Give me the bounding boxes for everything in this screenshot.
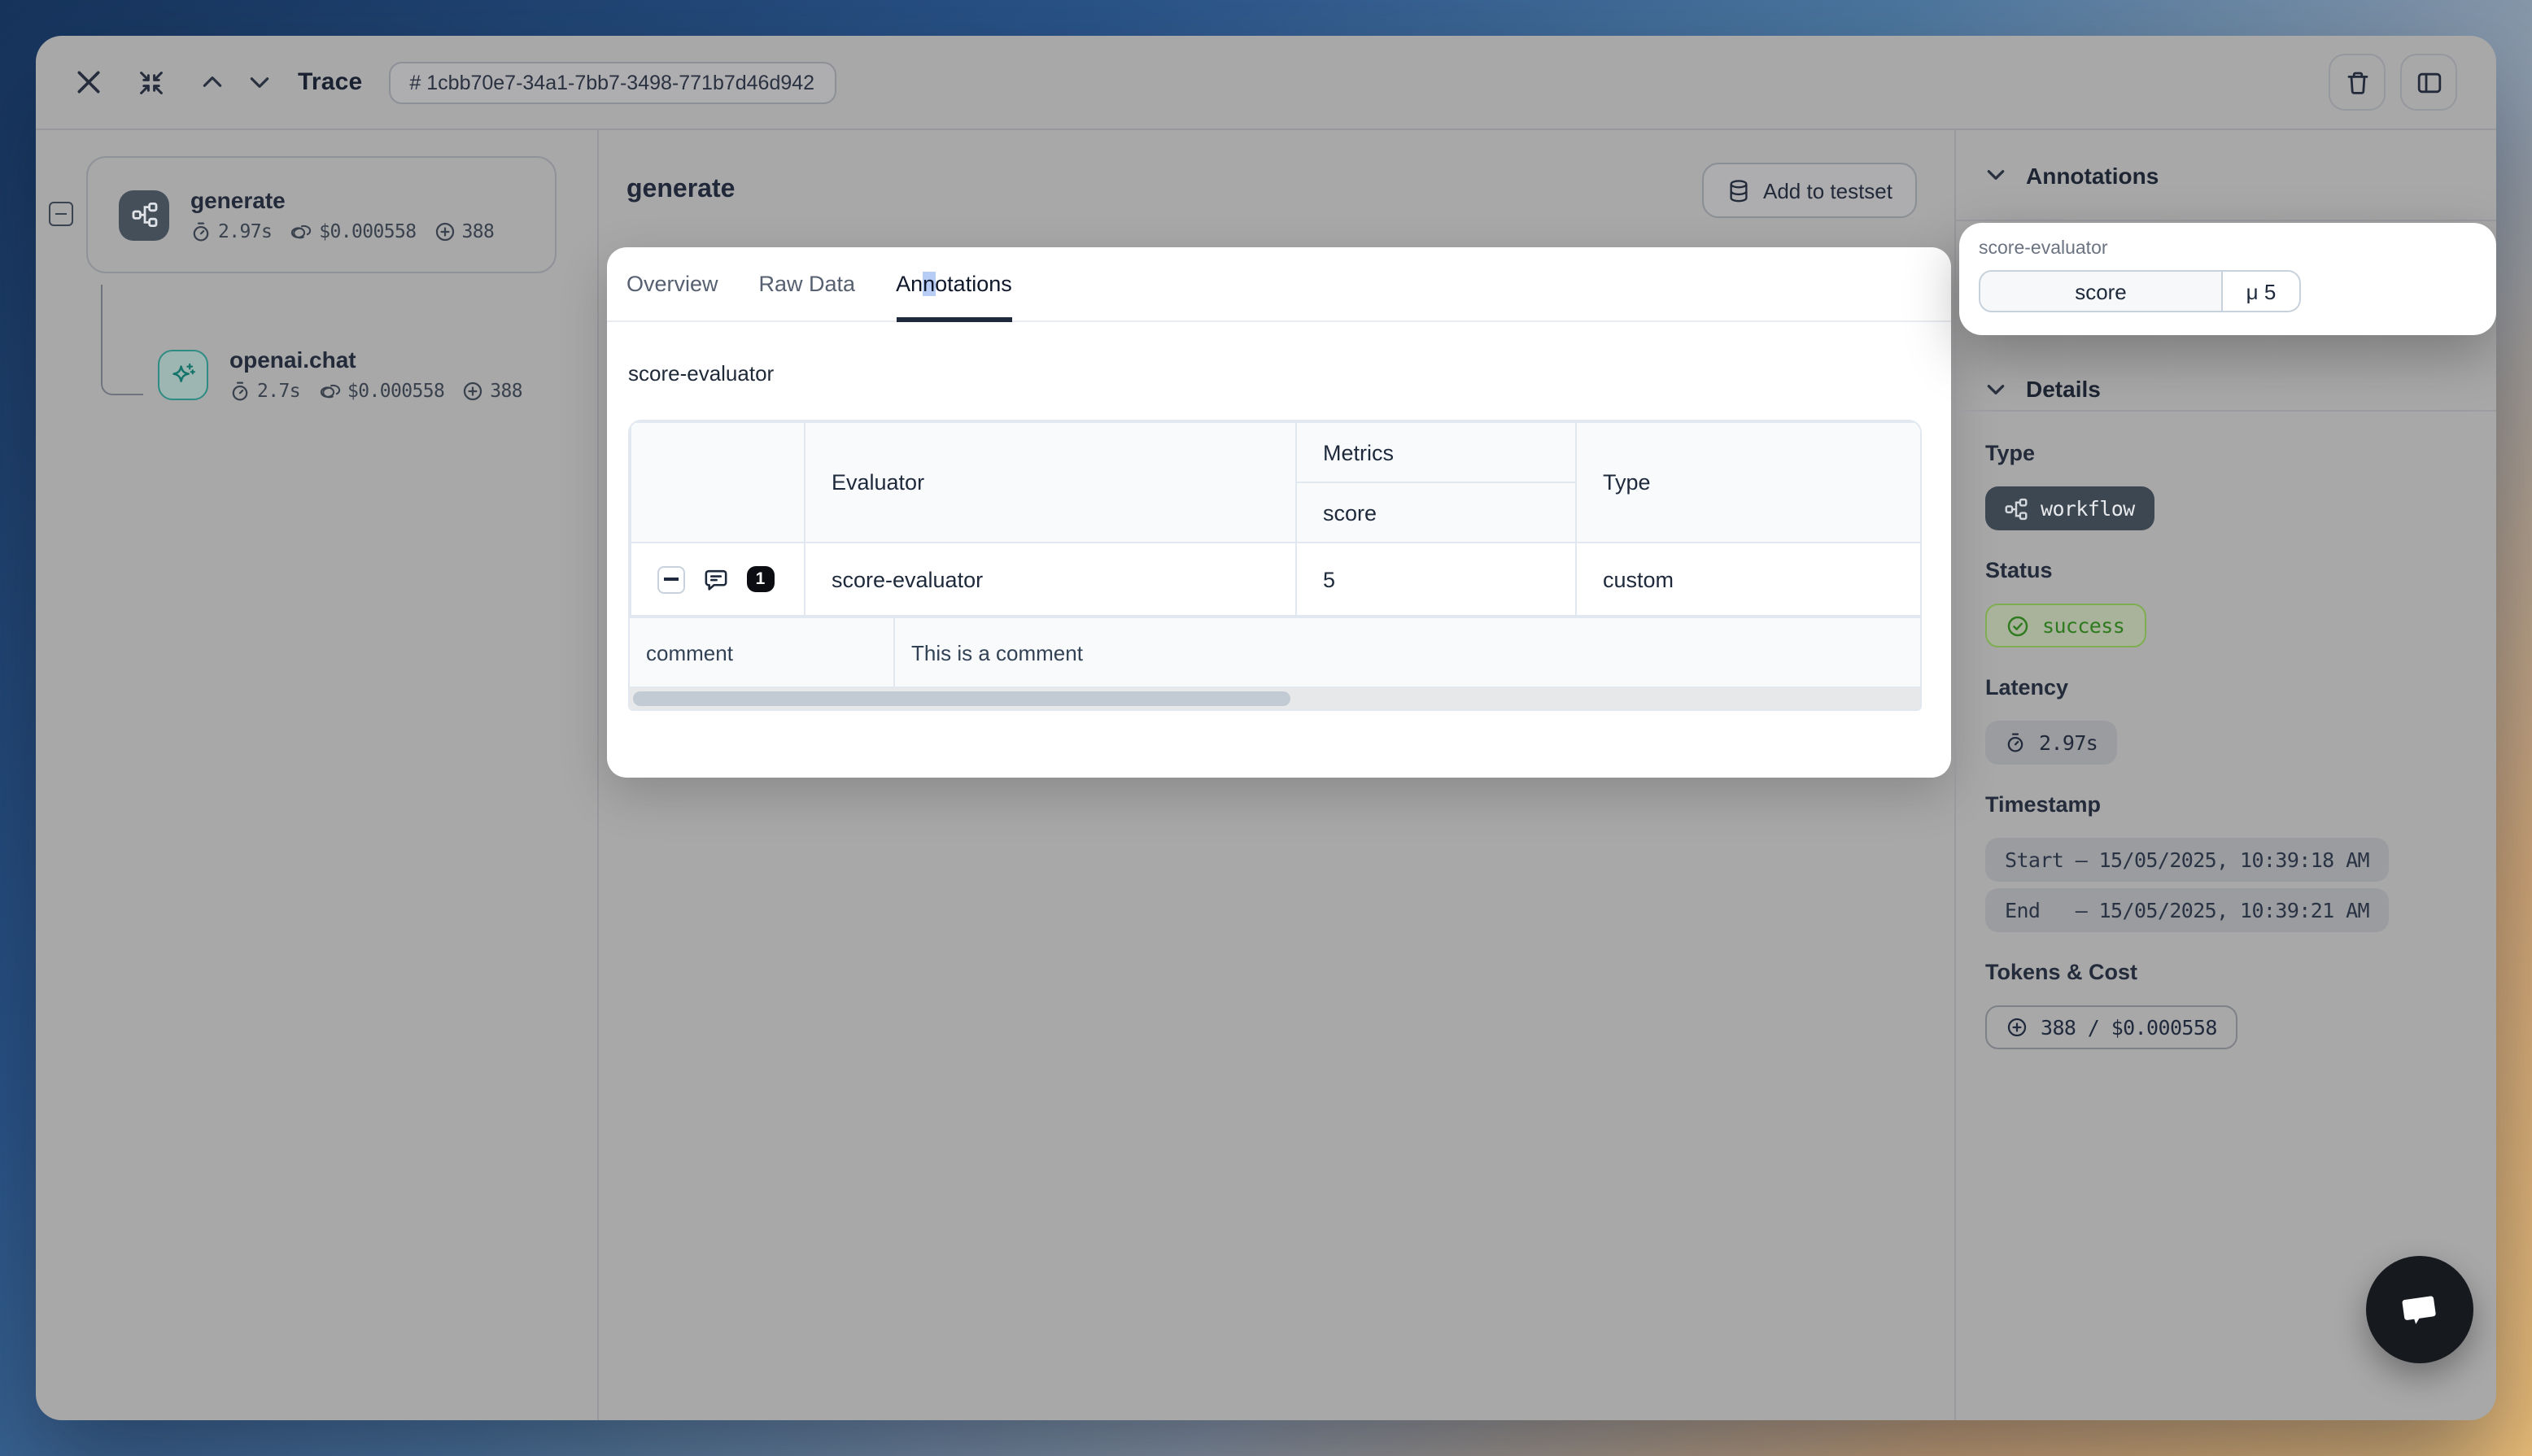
chat-bubble-icon [2394,1284,2446,1336]
annotations-section-title: Annotations [2026,162,2159,188]
plus-circle-icon [462,380,483,401]
minimize-button[interactable] [138,69,164,95]
add-to-testset-label: Add to testset [1763,178,1892,203]
panel-layout-icon [2416,69,2442,95]
latency-label: Latency [1985,675,2467,700]
tab-bar: Overview Raw Data Annotations [607,247,1951,322]
text-selection-highlight: n [923,272,935,296]
row-checkbox-indeterminate[interactable] [657,565,685,593]
node-title: openai.chat [229,347,522,373]
trace-id-badge[interactable]: # 1cbb70e7-34a1-7bb7-3498-771b7d46d942 [388,61,836,103]
comment-row: comment This is a comment [630,617,1920,687]
start-timestamp-badge: Start – 15/05/2025, 10:39:18 AM [1985,838,2389,882]
comment-key: comment [630,618,895,687]
tab-raw-data[interactable]: Raw Data [759,247,856,320]
coins-icon [318,380,341,401]
stopwatch-icon [229,380,251,401]
sparkle-icon [158,349,208,399]
node-title: generate [190,187,494,213]
span-tree-panel: generate 2.97s $0.000558 388 opena [36,130,599,1420]
chevron-down-icon [1985,164,2006,185]
trash-icon [2344,69,2370,95]
scrollbar-thumb[interactable] [633,691,1290,706]
next-trace-button[interactable] [247,70,272,94]
stopwatch-icon [2005,732,2026,753]
chevron-down-icon [247,70,272,94]
annotations-tab-panel: Overview Raw Data Annotations score-eval… [607,247,1951,778]
close-icon [75,68,103,96]
node-stats: 2.7s $0.000558 388 [229,379,522,402]
popover-evaluator-label: score-evaluator [1979,239,2477,259]
comment-button[interactable] [703,566,729,592]
status-label: Status [1985,558,2467,582]
details-section-title: Details [2026,376,2101,402]
add-to-testset-button[interactable]: Add to testset [1701,163,1917,218]
tree-node-generate[interactable]: generate 2.97s $0.000558 388 [86,156,557,273]
comment-value: This is a comment [895,640,1083,665]
annotations-table: Evaluator Metrics Type score [628,420,1922,711]
span-title: generate [626,176,735,205]
collapse-node-toggle[interactable] [49,202,73,226]
tab-annotations[interactable]: Annotations [896,247,1012,320]
span-detail-area: generate Add to testset Overview Raw Dat… [599,130,1954,1420]
plus-circle-icon [2006,1017,2028,1038]
details-fields: Type workflow Status success [1956,410,2496,1049]
database-icon [1726,178,1750,203]
type-badge: workflow [1985,486,2154,530]
trace-modal: Trace # 1cbb70e7-34a1-7bb7-3498-771b7d46… [36,36,2496,1420]
check-circle-icon [2006,614,2029,637]
tokens-cost-label: Tokens & Cost [1985,960,2467,984]
type-label: Type [1985,441,2467,465]
comment-count-badge: 1 [747,566,774,593]
minus-icon [664,578,679,580]
chevron-up-icon [200,70,225,94]
metric-pill: score μ 5 [1979,270,2301,312]
col-header-evaluator: Evaluator [805,422,1296,543]
screen: Trace # 1cbb70e7-34a1-7bb7-3498-771b7d46… [0,0,2532,1456]
delete-trace-button[interactable] [2329,54,2386,111]
chat-fab-button[interactable] [2366,1256,2473,1363]
latency-badge: 2.97s [1985,721,2117,765]
plus-circle-icon [434,220,456,242]
evaluator-section-title: score-evaluator [628,361,1951,386]
table-row: 1 score-evaluator 5 custom [631,543,1922,616]
minus-icon [55,212,67,215]
col-header-controls [631,422,805,543]
details-section-header[interactable]: Details [1956,368,2496,412]
details-sidebar: Annotations score-evaluator score μ 5 De… [1954,130,2496,1420]
workflow-icon [2005,497,2028,520]
score-evaluator-popover: score-evaluator score μ 5 [1959,223,2496,335]
trace-topbar: Trace # 1cbb70e7-34a1-7bb7-3498-771b7d46… [36,36,2496,130]
page-title: Trace [298,68,362,96]
tree-node-openai-chat[interactable]: openai.chat 2.7s $0.000558 388 [158,347,522,402]
cell-evaluator: score-evaluator [805,543,1296,616]
workflow-icon [119,190,169,240]
cell-score: 5 [1296,543,1576,616]
cell-type: custom [1576,543,1922,616]
coins-icon [290,220,312,242]
prev-trace-button[interactable] [200,70,225,94]
metric-mean-value[interactable]: μ 5 [2223,270,2301,312]
timestamp-label: Timestamp [1985,792,2467,817]
tokens-cost-badge: 388 / $0.000558 [1985,1005,2238,1049]
status-badge: success [1985,604,2146,647]
minimize-icon [138,69,164,95]
annotations-section-header[interactable]: Annotations [1956,130,2496,221]
tree-connector [101,285,143,395]
col-header-score: score [1296,482,1576,543]
col-header-metrics: Metrics [1296,422,1576,482]
chevron-down-icon [1985,378,2006,399]
topbar-actions [2329,54,2457,111]
node-stats: 2.97s $0.000558 388 [190,220,494,242]
span-header: generate Add to testset [599,130,1954,218]
close-button[interactable] [75,68,103,96]
comment-icon [703,566,729,592]
metric-name-button[interactable]: score [1979,270,2223,312]
horizontal-scrollbar[interactable] [630,687,1920,709]
stopwatch-icon [190,220,212,242]
toggle-sidebar-button[interactable] [2400,54,2457,111]
col-header-type: Type [1576,422,1922,543]
end-timestamp-badge: End – 15/05/2025, 10:39:21 AM [1985,888,2389,932]
tab-overview[interactable]: Overview [626,247,718,320]
